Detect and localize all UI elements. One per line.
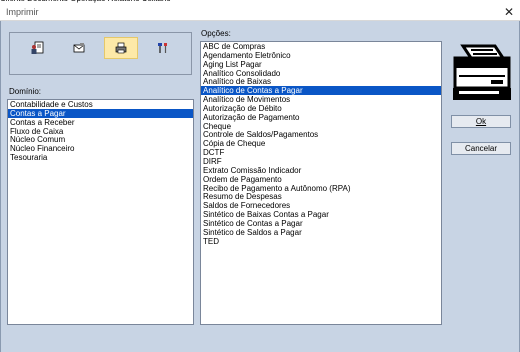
title-bar: Imprimir ✕ [0,4,520,21]
list-item[interactable]: Autorização de Pagamento [201,113,441,122]
list-item[interactable]: DCTF [201,148,441,157]
list-item[interactable]: Contabilidade e Custos [8,100,193,109]
opcoes-label: Opções: [201,29,231,38]
list-item[interactable]: Analítico Consolidado [201,69,441,78]
cancel-label: Cancelar [464,144,497,153]
list-item[interactable]: Cópia de Cheque [201,139,441,148]
list-item[interactable]: Núcleo Comum [8,135,193,144]
list-item[interactable]: Cheque [201,122,441,131]
background-menu-text: Cliente Documento Operação Relatório Uti… [0,0,171,3]
list-item[interactable]: Contas a Receber [8,118,193,127]
list-item[interactable]: TED [201,237,441,246]
printer-small-icon[interactable] [104,37,138,59]
list-item[interactable]: Aging List Pagar [201,60,441,69]
list-item[interactable]: Contas a Pagar [8,108,193,118]
list-item[interactable]: Recibo de Pagamento a Autônomo (RPA) [201,184,441,193]
list-item[interactable]: Tesouraria [8,153,193,162]
tools-icon[interactable] [146,37,180,59]
dominio-label: Domínio: [9,87,42,96]
list-item[interactable]: Analítico de Movimentos [201,95,441,104]
report-type-icon-panel [9,32,192,75]
list-item[interactable]: Agendamento Eletrônico [201,51,441,60]
list-item[interactable]: Sintético de Baixas Contas a Pagar [201,210,441,219]
list-item[interactable]: Ordem de Pagamento [201,175,441,184]
printer-icon [451,44,513,104]
list-item[interactable]: Sintético de Saldos a Pagar [201,228,441,237]
ok-button[interactable]: Ok [451,115,511,128]
cancel-button[interactable]: Cancelar [451,142,511,155]
list-item[interactable]: Extrato Comissão Indicador [201,166,441,175]
list-item[interactable]: DIRF [201,157,441,166]
list-item[interactable]: ABC de Compras [201,42,441,51]
close-icon[interactable]: ✕ [504,5,514,19]
dominio-list[interactable]: Contabilidade e Custos Contas a Pagar Cont… [7,99,194,325]
list-item[interactable]: Controle de Saldos/Pagamentos [201,130,441,140]
list-item[interactable]: Saldos de Fornecedores [201,201,441,210]
list-item[interactable]: Núcleo Financeiro [8,144,193,153]
list-item[interactable]: Autorização de Débito [201,104,441,113]
list-item[interactable]: Resumo de Despesas [201,192,441,201]
list-item[interactable]: Analítico de Baixas [201,77,441,86]
list-item[interactable]: Fluxo de Caixa [8,127,193,136]
envelope-document-icon[interactable] [62,37,96,59]
opcoes-list[interactable]: ABC de Compras Agendamento Eletrônico Agin… [200,41,442,325]
person-document-icon[interactable] [20,37,54,59]
list-item[interactable]: Analítico de Contas a Pagar [201,86,441,95]
list-item[interactable]: Sintético de Contas a Pagar [201,219,441,228]
window-title: Imprimir [6,7,39,17]
ok-label: Ok [475,117,487,126]
